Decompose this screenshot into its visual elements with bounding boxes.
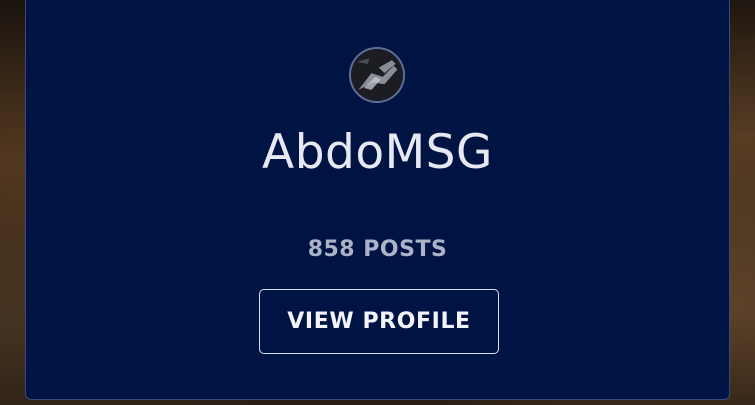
- avatar-image-icon: [351, 49, 403, 101]
- post-count: 858 POSTS: [307, 237, 448, 262]
- view-profile-button[interactable]: VIEW PROFILE: [259, 289, 499, 354]
- username: AbdoMSG: [262, 125, 493, 180]
- avatar[interactable]: [349, 47, 405, 103]
- profile-card: AbdoMSG 858 POSTS VIEW PROFILE: [25, 0, 730, 400]
